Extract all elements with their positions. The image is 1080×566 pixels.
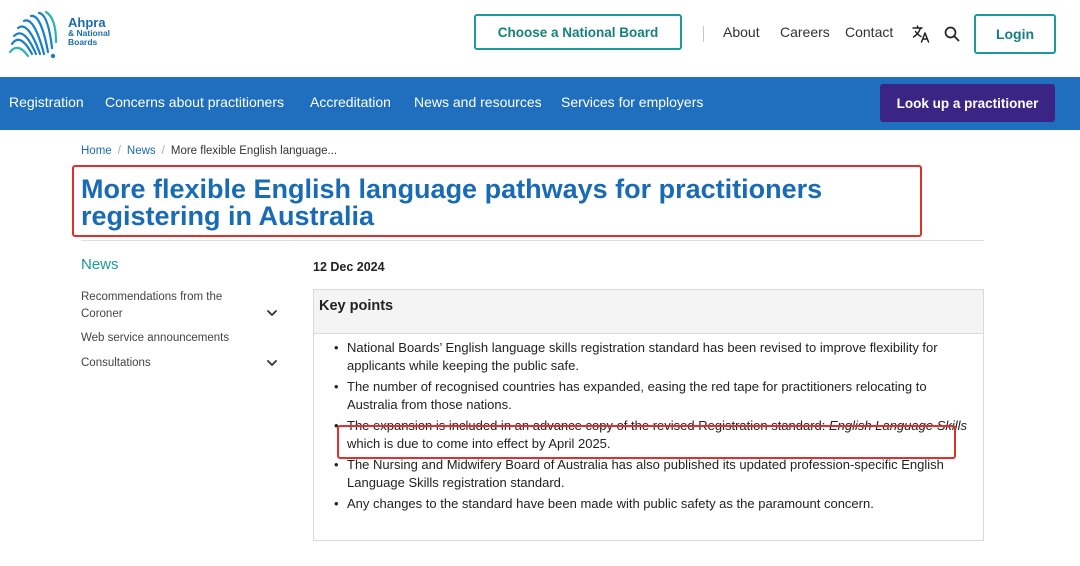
breadcrumb-current: More flexible English language... <box>170 145 338 157</box>
nav-item-accreditation[interactable]: Accreditation <box>310 94 391 110</box>
list-item: The Nursing and Midwifery Board of Austr… <box>314 456 983 491</box>
chevron-down-icon[interactable] <box>267 359 277 367</box>
breadcrumb: Home / News / More flexible English language… <box>81 145 337 157</box>
list-item: National Boards’ English language skills… <box>314 339 983 374</box>
sidebar-item-label: Coroner <box>81 308 123 320</box>
sidebar-item-label: Recommendations from the <box>81 291 223 303</box>
search-icon[interactable] <box>944 26 960 42</box>
sidebar-item-recommendations[interactable]: Recommendations from the Coroner <box>81 289 222 323</box>
publish-date: 12 Dec 2024 <box>313 260 385 274</box>
sidebar-item-consultations[interactable]: Consultations <box>81 355 151 372</box>
logo-sub-2: Boards <box>68 36 98 47</box>
breadcrumb-separator: / <box>161 145 165 157</box>
login-button[interactable]: Login <box>974 14 1056 54</box>
key-points-header: Key points <box>314 290 983 334</box>
about-link[interactable]: About <box>723 24 760 40</box>
list-item: The number of recognised countries has e… <box>314 378 983 413</box>
breadcrumb-home[interactable]: Home <box>81 145 112 157</box>
nav-item-services-employers[interactable]: Services for employers <box>561 94 703 110</box>
breadcrumb-news[interactable]: News <box>127 145 156 157</box>
contact-link[interactable]: Contact <box>845 24 893 40</box>
header-divider <box>703 26 704 42</box>
translate-icon[interactable] <box>911 24 931 44</box>
logo-text: Ahpra & National Boards <box>68 16 110 46</box>
ahpra-logo[interactable]: Ahpra & National Boards <box>8 8 128 60</box>
nav-item-registration[interactable]: Registration <box>9 94 84 110</box>
title-divider <box>81 240 984 241</box>
breadcrumb-separator: / <box>117 145 121 157</box>
list-item: Any changes to the standard have been ma… <box>314 495 983 513</box>
site-header: Ahpra & National Boards Choose a Nationa… <box>0 0 1080 77</box>
careers-link[interactable]: Careers <box>780 24 830 40</box>
choose-national-board-button[interactable]: Choose a National Board <box>474 14 682 50</box>
sidebar-heading[interactable]: News <box>81 256 119 273</box>
sidebar-item-web-service[interactable]: Web service announcements <box>81 330 229 347</box>
key-points-panel: Key points National Boards’ English lang… <box>313 289 984 541</box>
chevron-down-icon[interactable] <box>267 309 277 317</box>
key-points-heading: Key points <box>319 298 394 314</box>
nav-item-news-resources[interactable]: News and resources <box>414 94 542 110</box>
nav-item-concerns[interactable]: Concerns about practitioners <box>105 94 284 110</box>
ahpra-logo-icon <box>8 10 58 59</box>
title-highlight-box <box>72 165 922 237</box>
look-up-practitioner-button[interactable]: Look up a practitioner <box>880 84 1055 122</box>
key-point-highlight-box <box>337 425 956 459</box>
